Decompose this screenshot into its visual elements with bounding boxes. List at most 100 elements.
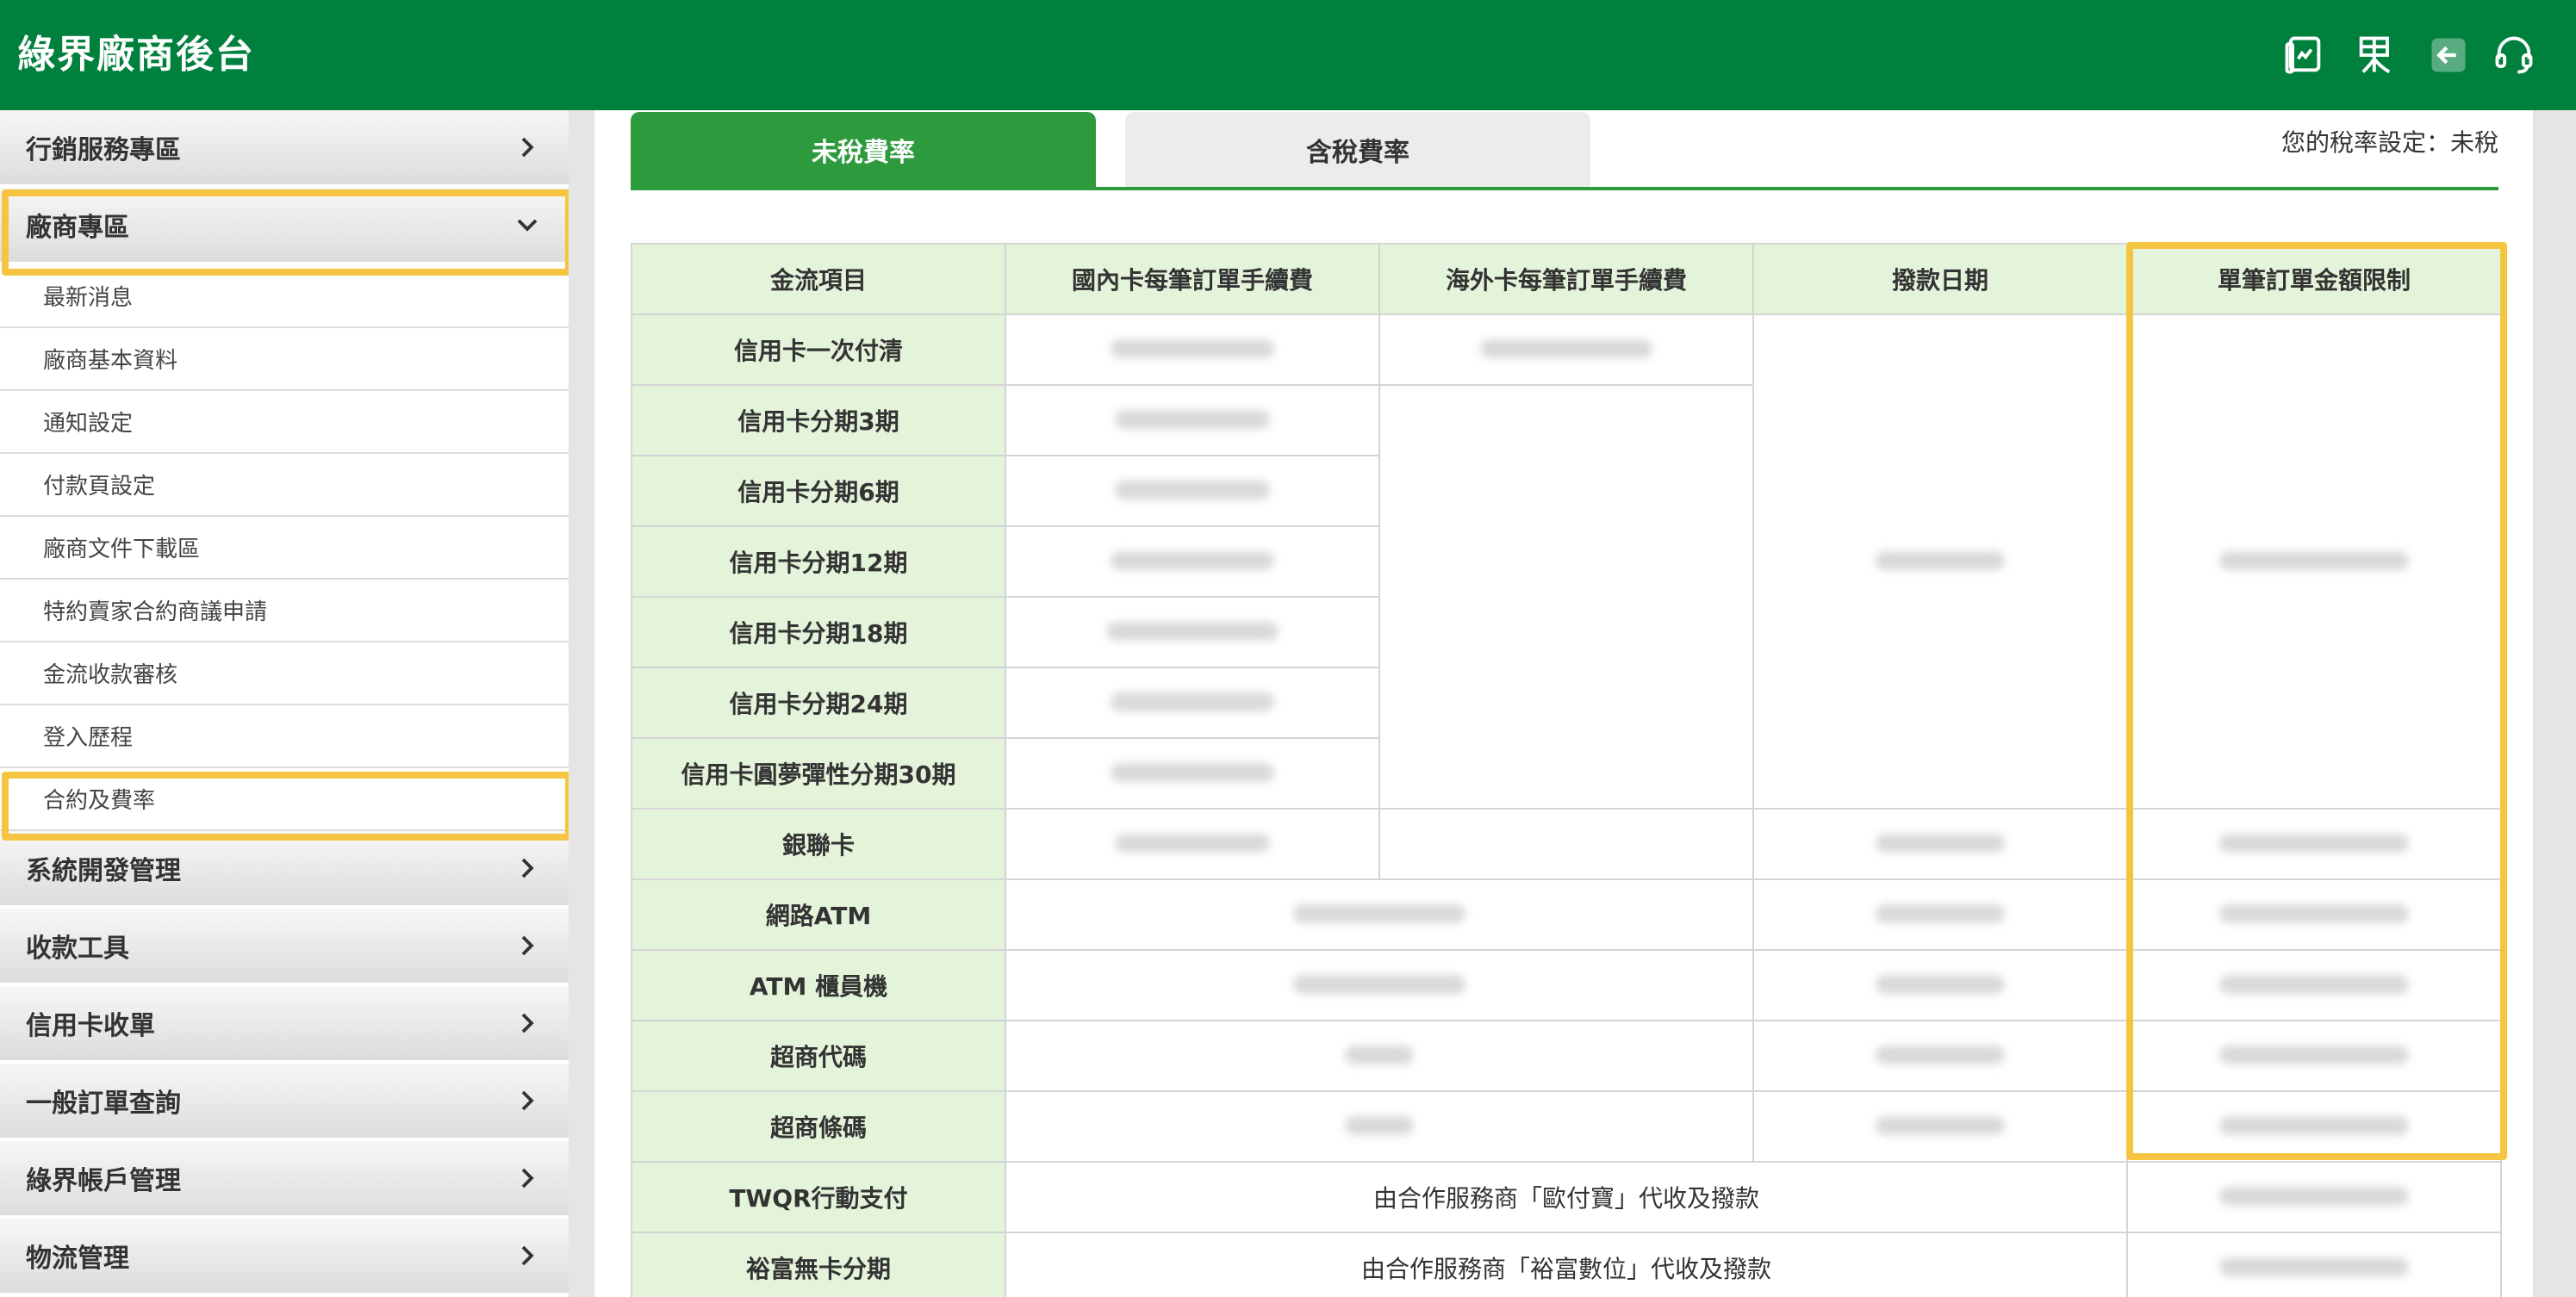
header-payout-date: 撥款日期 [1752,243,2128,315]
header-overseas-fee: 海外卡每筆訂單手續費 [1378,243,1754,315]
dashboard-icon[interactable] [2280,31,2328,79]
chevron-right-icon [512,132,543,163]
chevron-right-icon [512,1008,543,1039]
support-icon[interactable] [2490,31,2538,79]
chevron-right-icon [512,1240,543,1271]
sidebar-section-marketing[interactable]: 行銷服務專區 [0,110,569,188]
table-row: 信用卡一次付清 [631,313,2502,810]
blurred-cell [1005,313,1380,386]
row-label: 信用卡一次付清 [631,313,1006,386]
sidebar-section-label: 收款工具 [26,934,129,964]
row-label: 裕富無卡分期 [631,1232,1006,1297]
row-label: 信用卡分期3期 [631,384,1006,456]
row-label: TWQR行動支付 [631,1161,1006,1233]
sidebar-section-payment-tools[interactable]: 收款工具 [0,909,569,986]
chevron-right-icon [512,853,543,884]
sidebar-section-system-dev[interactable]: 系統開發管理 [0,831,569,909]
blurred-cell [2126,313,2502,810]
blurred-cell [2126,1232,2502,1297]
row-label: ATM 櫃員機 [631,949,1006,1021]
blurred-cell [2126,1020,2502,1092]
sidebar-item-login-history[interactable]: 登入歷程 [0,705,569,768]
blurred-cell [2126,878,2502,951]
blurred-cell [1005,808,1380,880]
sidebar-section-label: 信用卡收單 [26,1011,155,1041]
sidebar-section-label: 行銷服務專區 [26,135,181,165]
sidebar-item-news[interactable]: 最新消息 [0,265,569,328]
blurred-cell [1005,596,1380,668]
logout-icon[interactable] [2424,31,2473,79]
sidebar-section-order-query[interactable]: 一般訂單查詢 [0,1064,569,1141]
translate-icon[interactable] [2352,31,2400,79]
sidebar-item-document-download[interactable]: 廠商文件下載區 [0,517,569,580]
blurred-cell [1378,384,1754,810]
sidebar-section-label: 系統開發管理 [26,856,181,886]
row-label: 信用卡分期18期 [631,596,1006,668]
blurred-cell [2126,1090,2502,1163]
row-label: 網路ATM [631,878,1006,951]
sidebar: 行銷服務專區 廠商專區 最新消息 廠商基本資料 通知設定 付款頁設定 廠商文件下… [0,110,569,1297]
sidebar-section-label: 綠界帳戶管理 [26,1166,181,1196]
row-label: 信用卡分期24期 [631,667,1006,739]
chevron-down-icon [512,209,543,240]
blurred-cell [1005,384,1380,456]
blurred-cell [1005,1020,1754,1092]
blurred-cell [1378,808,1754,880]
blurred-cell [2126,808,2502,880]
sidebar-item-notification-settings[interactable]: 通知設定 [0,391,569,454]
sidebar-item-contract-rates[interactable]: 合約及費率 [0,768,569,831]
blurred-cell [1752,313,2128,810]
sidebar-item-merchant-info[interactable]: 廠商基本資料 [0,328,569,391]
sidebar-section-credit-card[interactable]: 信用卡收單 [0,986,569,1064]
blurred-cell [1005,667,1380,739]
sidebar-item-payment-review[interactable]: 金流收款審核 [0,642,569,705]
header-amount-limit: 單筆訂單金額限制 [2126,243,2502,315]
sidebar-section-label: 一般訂單查詢 [26,1089,181,1119]
blurred-cell [1752,808,2128,880]
table-header-row: 金流項目 國內卡每筆訂單手續費 海外卡每筆訂單手續費 撥款日期 單筆訂單金額限制 [631,243,2502,315]
blurred-cell [1752,1020,2128,1092]
table-row: 網路ATM [631,878,2502,951]
partner-note-twqr: 由合作服務商「歐付寶」代收及撥款 [1005,1161,2128,1233]
blurred-cell [1378,313,1754,386]
table-row: 銀聯卡 [631,808,2502,880]
sidebar-section-merchant[interactable]: 廠商專區 [0,188,569,265]
blurred-cell [1005,949,1754,1021]
top-bar: 綠界廠商後台 [0,0,2576,110]
blurred-cell [1005,525,1380,598]
chevron-right-icon [512,930,543,961]
partner-note-yufu: 由合作服務商「裕富數位」代收及撥款 [1005,1232,2128,1297]
row-label: 信用卡分期6期 [631,455,1006,527]
sidebar-item-contract-negotiation[interactable]: 特約賣家合約商議申請 [0,580,569,642]
blurred-cell [1752,949,2128,1021]
tax-setting-text: 您的稅率設定：未稅 [2280,128,2498,157]
header-domestic-fee: 國內卡每筆訂單手續費 [1005,243,1380,315]
table-row: 裕富無卡分期 由合作服務商「裕富數位」代收及撥款 [631,1232,2502,1297]
sidebar-section-label: 廠商專區 [26,213,129,243]
sidebar-section-label: 物流管理 [26,1244,129,1274]
table-row: 超商代碼 [631,1020,2502,1092]
rates-table: 金流項目 國內卡每筆訂單手續費 海外卡每筆訂單手續費 撥款日期 單筆訂單金額限制… [631,243,2502,1297]
tab-untaxed-rate[interactable]: 未稅費率 [631,112,1096,188]
chevron-right-icon [512,1163,543,1194]
chevron-right-icon [512,1085,543,1116]
row-label: 信用卡分期12期 [631,525,1006,598]
header-payment-item: 金流項目 [631,243,1006,315]
blurred-cell [2126,1161,2502,1233]
blurred-cell [1005,1090,1754,1163]
blurred-cell [1752,878,2128,951]
row-label: 超商代碼 [631,1020,1006,1092]
table-row: 超商條碼 [631,1090,2502,1163]
row-label: 超商條碼 [631,1090,1006,1163]
tab-taxed-rate[interactable]: 含稅費率 [1125,112,1590,188]
row-label: 信用卡圓夢彈性分期30期 [631,737,1006,810]
blurred-cell [1752,1090,2128,1163]
table-row: ATM 櫃員機 [631,949,2502,1021]
blurred-cell [1005,878,1754,951]
sidebar-section-logistics[interactable]: 物流管理 [0,1219,569,1296]
sidebar-section-account[interactable]: 綠界帳戶管理 [0,1141,569,1219]
sidebar-item-payment-page-settings[interactable]: 付款頁設定 [0,454,569,517]
blurred-cell [1005,737,1380,810]
blurred-cell [2126,949,2502,1021]
main-content: 未稅費率 含稅費率 您的稅率設定：未稅 金流項目 國內卡每筆訂單手續費 海外卡每… [594,110,2533,1297]
